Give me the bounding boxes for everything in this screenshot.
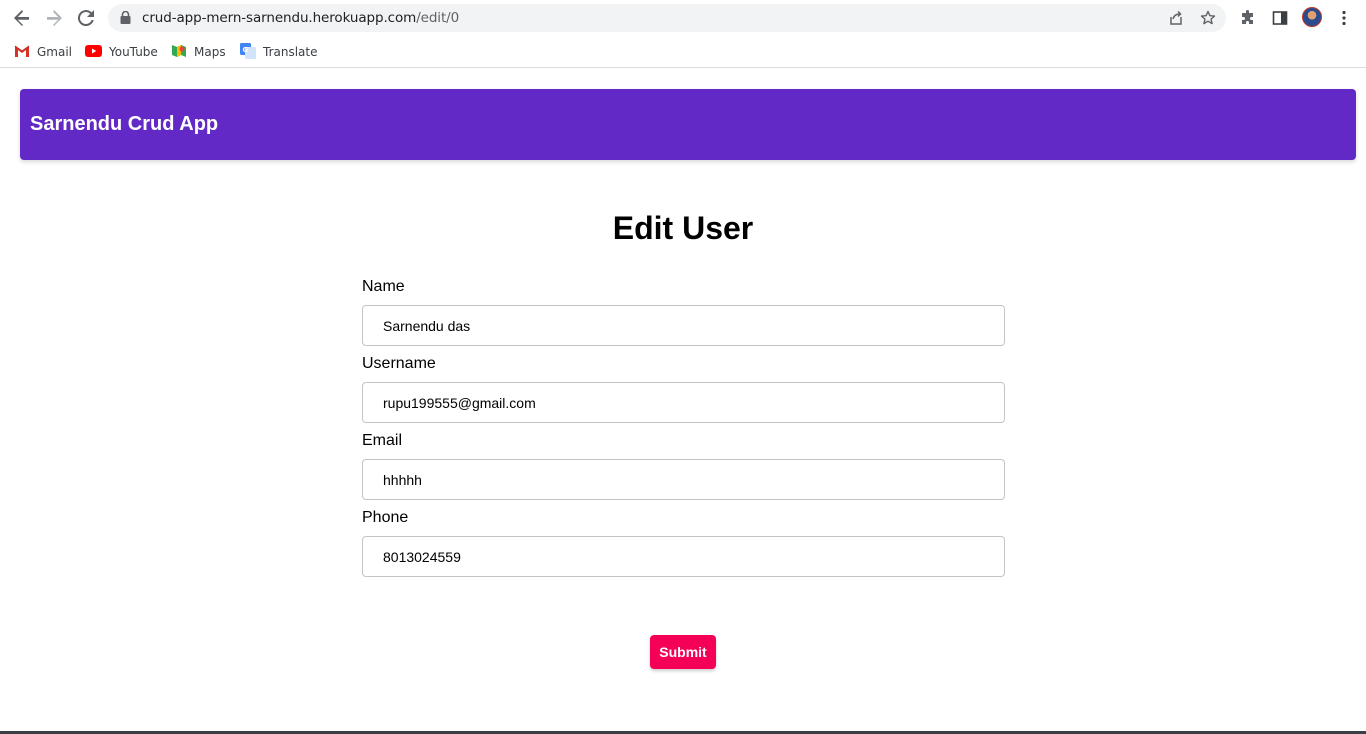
bookmark-label: Maps	[194, 45, 226, 59]
extensions-puzzle-icon[interactable]	[1236, 6, 1260, 30]
translate-icon: G	[240, 42, 256, 62]
name-field[interactable]	[362, 305, 1005, 346]
bookmark-star-icon[interactable]	[1198, 8, 1218, 28]
bookmark-label: Gmail	[37, 45, 73, 59]
share-icon[interactable]	[1166, 8, 1186, 28]
back-arrow-icon[interactable]	[10, 6, 34, 30]
address-bar[interactable]: crud-app-mern-sarnendu.herokuapp.com/edi…	[108, 4, 1226, 32]
bookmark-label: YouTube	[109, 45, 158, 59]
email-label: Email	[362, 432, 403, 449]
forward-arrow-icon[interactable]	[42, 6, 66, 30]
bookmark-youtube[interactable]: YouTube	[85, 42, 158, 62]
submit-button[interactable]: Submit	[650, 635, 716, 669]
profile-avatar[interactable]	[1302, 7, 1322, 27]
url-text: crud-app-mern-sarnendu.herokuapp.com/edi…	[142, 10, 459, 26]
app-header: Sarnendu Crud App	[20, 89, 1356, 160]
url-host: crud-app-mern-sarnendu.herokuapp.com	[142, 10, 417, 26]
gmail-icon	[14, 45, 30, 60]
url-path: /edit/0	[416, 10, 460, 26]
side-panel-icon[interactable]	[1268, 6, 1292, 30]
username-field[interactable]	[362, 382, 1005, 423]
browser-toolbar: crud-app-mern-sarnendu.herokuapp.com/edi…	[0, 0, 1366, 36]
name-label: Name	[362, 278, 405, 295]
phone-label: Phone	[362, 509, 409, 526]
email-field[interactable]	[362, 459, 1005, 500]
kebab-menu-icon[interactable]	[1332, 6, 1356, 30]
page-title: Edit User	[612, 210, 754, 246]
reload-icon[interactable]	[74, 6, 98, 30]
maps-icon	[171, 43, 187, 62]
app-title: Sarnendu Crud App	[30, 113, 219, 135]
bookmark-gmail[interactable]: Gmail	[14, 42, 72, 62]
bookmark-translate[interactable]: G Translate	[240, 42, 318, 62]
lock-icon	[120, 10, 131, 29]
phone-field[interactable]	[362, 536, 1005, 577]
bookmark-label: Translate	[263, 45, 318, 59]
bookmarks-bar: Gmail YouTube Maps G Translate	[0, 36, 1366, 68]
username-label: Username	[362, 355, 436, 372]
youtube-icon	[85, 44, 102, 60]
svg-text:G: G	[243, 46, 249, 54]
bookmark-maps[interactable]: Maps	[171, 42, 226, 62]
